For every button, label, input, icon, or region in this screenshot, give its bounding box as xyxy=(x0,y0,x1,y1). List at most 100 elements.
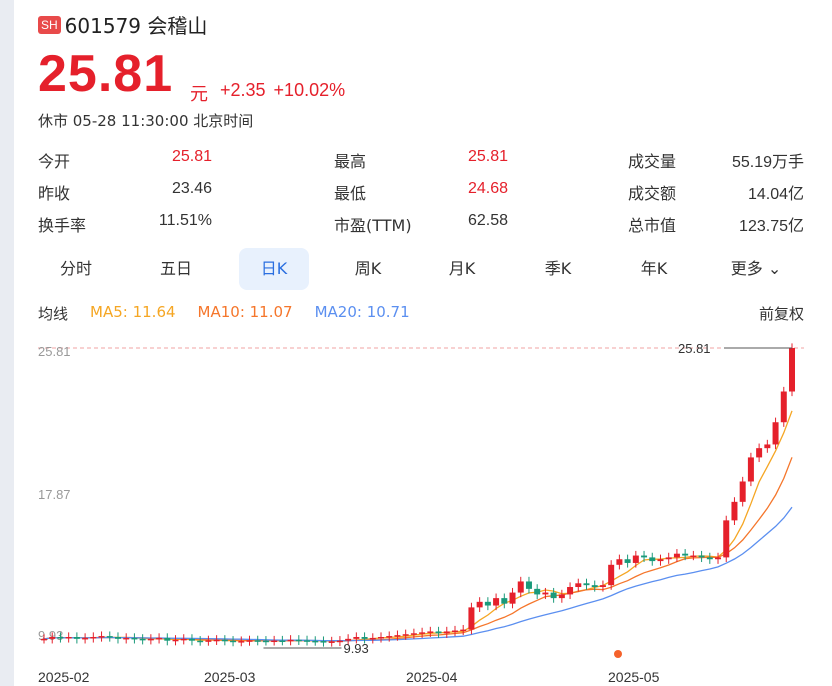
candle-body xyxy=(73,637,80,639)
candle-body xyxy=(649,557,656,562)
candle-body xyxy=(690,555,697,558)
candle-body xyxy=(221,639,228,642)
ma5-value: MA5: 11.64 xyxy=(90,303,176,321)
candle-body xyxy=(106,636,113,638)
candle-body xyxy=(435,631,442,634)
candle-body xyxy=(632,555,639,563)
candle-body xyxy=(336,640,343,643)
stat-value: 11.51% xyxy=(158,212,212,229)
stat-label: 最高 xyxy=(334,152,367,171)
candle-body xyxy=(156,637,163,640)
price-change: +2.35 +10.02% xyxy=(220,80,353,101)
candle-body xyxy=(501,598,508,604)
candle-body xyxy=(98,636,105,638)
candle-body xyxy=(295,639,302,642)
candle-body xyxy=(419,632,426,634)
candle-body xyxy=(616,559,623,565)
candle-body xyxy=(789,348,795,392)
candle-body xyxy=(188,638,195,641)
candle-body xyxy=(213,639,220,642)
stat-label: 昨收 xyxy=(38,184,71,203)
candle-body xyxy=(525,581,532,589)
candle-body xyxy=(550,592,557,599)
candle-body xyxy=(279,640,286,643)
candle-body xyxy=(164,637,171,641)
candle-body xyxy=(608,564,615,586)
candle-body xyxy=(641,555,648,558)
candle-body xyxy=(180,638,187,641)
stat-label: 最低 xyxy=(334,184,367,203)
x-tick-label: 2025-05 xyxy=(608,669,660,685)
tab-3[interactable]: 周K xyxy=(338,248,398,290)
candle-body xyxy=(509,592,516,604)
candle-body xyxy=(731,501,738,521)
candle-body xyxy=(123,637,130,640)
candle-body xyxy=(197,640,204,643)
change-percent: +10.02% xyxy=(273,80,346,100)
candle-body xyxy=(82,637,89,640)
candle-body xyxy=(205,640,212,642)
stat-label: 成交量 xyxy=(628,152,677,171)
candle-body xyxy=(764,444,771,449)
candle-body xyxy=(517,581,524,593)
period-tabs: 分时 五日 日K 周K 月K 季K 年K 更多 ⌄ xyxy=(14,248,832,290)
candle-body xyxy=(739,481,746,502)
ma20-line xyxy=(43,506,793,642)
tab-5[interactable]: 季K xyxy=(528,248,588,290)
candle-body xyxy=(147,638,154,641)
candle-body xyxy=(534,588,541,595)
candle-body xyxy=(772,422,779,445)
ma10-line xyxy=(43,457,793,642)
candle-body xyxy=(567,587,574,595)
current-price: 25.81 xyxy=(38,45,174,103)
candle-body xyxy=(468,607,475,630)
price-unit: 元 xyxy=(190,84,208,105)
kline-chart[interactable]: 25.81 17.87 9.93 25.81 9.93 2025-02 2025-03 202… xyxy=(14,330,832,686)
candle-body xyxy=(443,631,450,634)
candle-body xyxy=(682,553,689,556)
tab-7[interactable]: 更多 ⌄ xyxy=(726,248,786,290)
tab-4[interactable]: 月K xyxy=(432,248,492,290)
stock-card: SH 601579 会稽山 25.81 元 +2.35 +10.02% 休市 05… xyxy=(14,0,832,686)
candle-body xyxy=(361,637,368,639)
y-tick-label: 25.81 xyxy=(38,344,71,359)
event-marker xyxy=(614,650,622,658)
x-tick-label: 2025-04 xyxy=(406,669,458,685)
tab-0[interactable]: 分时 xyxy=(46,248,106,290)
candle-body xyxy=(139,638,146,641)
y-tick-label: 9.93 xyxy=(38,628,63,643)
adjust-mode[interactable]: 前复权 xyxy=(759,303,804,324)
candle-body xyxy=(131,637,138,640)
candle-body xyxy=(706,557,713,560)
stock-title: 601579 会稽山 xyxy=(64,14,208,38)
candle-body xyxy=(558,594,565,599)
tab-1[interactable]: 五日 xyxy=(146,248,206,290)
candle-body xyxy=(254,640,261,642)
candle-body xyxy=(238,641,245,643)
stat-label: 换手率 xyxy=(38,216,87,235)
candle-body xyxy=(673,553,680,558)
candle-body xyxy=(114,637,121,639)
stat-value: 123.75亿 xyxy=(739,218,804,235)
candle-body xyxy=(402,634,409,636)
candle-body xyxy=(41,638,47,641)
tab-2[interactable]: 日K xyxy=(239,248,309,290)
candle-body xyxy=(747,457,754,482)
candle-body xyxy=(320,641,327,643)
candle-body xyxy=(624,559,631,563)
change-amount: +2.35 xyxy=(220,80,266,100)
candle-body xyxy=(378,637,385,639)
candle-body xyxy=(262,640,269,643)
candle-body xyxy=(599,585,606,588)
y-tick-label: 17.87 xyxy=(38,487,71,502)
x-tick-label: 2025-02 xyxy=(38,669,90,685)
candle-body xyxy=(328,641,335,643)
tab-6[interactable]: 年K xyxy=(624,248,684,290)
candle-body xyxy=(460,629,467,632)
stat-value: 14.04亿 xyxy=(747,186,804,203)
candle-body xyxy=(427,631,434,633)
candle-body xyxy=(65,637,72,639)
candle-body xyxy=(57,637,64,639)
candle-body xyxy=(484,601,491,606)
ma-label: 均线 xyxy=(38,305,69,323)
